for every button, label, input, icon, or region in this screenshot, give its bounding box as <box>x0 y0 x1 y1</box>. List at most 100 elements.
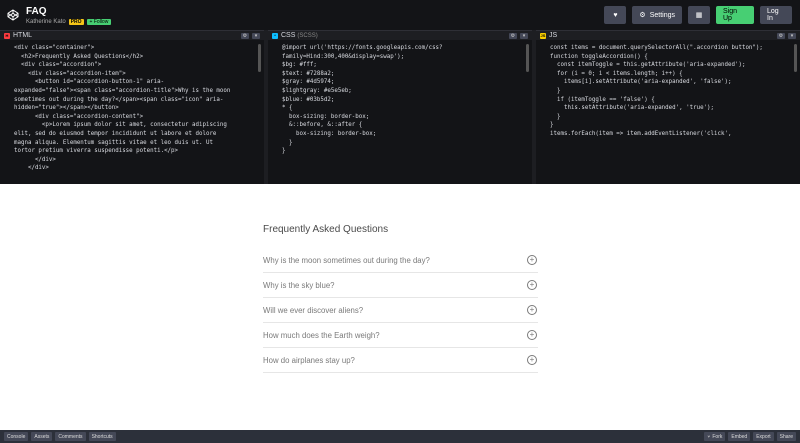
code-line: &::before, &::after { <box>282 122 363 129</box>
code-line: this.setAttribute('aria-expanded', 'true… <box>550 105 715 112</box>
shortcuts-button[interactable]: Shortcuts <box>88 432 116 441</box>
css-code-editor[interactable]: @import url('https://fonts.googleapis.co… <box>268 40 532 184</box>
js-collapse-icon[interactable]: ▾ <box>788 32 796 39</box>
code-line: @import url('https://fonts.googleapis.co… <box>282 45 443 51</box>
code-line: } <box>282 148 286 155</box>
css-preprocessor-label: (SCSS) <box>297 32 318 39</box>
faq-accordion: Why is the moon sometimes out during the… <box>263 248 538 373</box>
code-line: for (i = 0; i < items.length; i++) { <box>550 70 683 77</box>
css-collapse-icon[interactable]: ▾ <box>520 32 528 39</box>
html-pane-label: HTML <box>13 32 33 39</box>
settings-label: Settings <box>649 11 675 19</box>
css-settings-icon[interactable]: ⚙ <box>509 32 517 39</box>
embed-button[interactable]: Embed <box>728 432 751 441</box>
code-line: * { <box>282 105 293 112</box>
plus-circle-icon[interactable]: + <box>527 305 537 315</box>
html-settings-icon[interactable]: ⚙ <box>241 32 249 39</box>
faq-item[interactable]: How much does the Earth weigh? + <box>263 323 538 348</box>
layout-button[interactable]: ▦ <box>688 6 710 24</box>
faq-container: Frequently Asked Questions Why is the mo… <box>263 224 538 373</box>
author-name[interactable]: Katherine Kato <box>26 19 66 25</box>
plus-circle-icon[interactable]: + <box>527 330 537 340</box>
html-scrollbar[interactable] <box>258 44 261 72</box>
code-line: expanded="false"><span class="accordion-… <box>14 87 231 94</box>
faq-item[interactable]: Will we ever discover aliens? + <box>263 298 538 323</box>
code-line: $text: #7288a2; <box>282 70 335 77</box>
code-line: box-sizing: border-box; <box>282 113 370 120</box>
top-header: FAQ Katherine Kato PRO + Follow ♥ ⚙ Sett… <box>0 0 800 30</box>
share-button[interactable]: Share <box>776 432 796 441</box>
css-pane-header: * CSS (SCSS) ⚙ ▾ <box>268 30 532 40</box>
top-actions: ♥ ⚙ Settings ▦ Sign Up Log In <box>604 6 792 24</box>
plus-circle-icon[interactable]: + <box>527 280 537 290</box>
html-icon: H <box>4 32 10 39</box>
code-line: if (itemToggle == 'false') { <box>550 96 655 103</box>
code-line: <div class="accordion-item"> <box>14 70 126 77</box>
console-button[interactable]: Console <box>4 432 29 441</box>
login-button[interactable]: Log In <box>760 6 792 24</box>
js-pane-controls: ⚙ ▾ <box>777 32 796 39</box>
follow-button[interactable]: + Follow <box>86 18 112 25</box>
js-code-editor[interactable]: const items = document.querySelectorAll(… <box>536 40 800 184</box>
code-line: const items = document.querySelectorAll(… <box>550 45 763 51</box>
js-pane-header: JS JS ⚙ ▾ <box>536 30 800 40</box>
code-line: $blue: #03b5d2; <box>282 96 335 103</box>
result-preview: Frequently Asked Questions Why is the mo… <box>0 184 800 430</box>
code-line: } <box>550 122 554 129</box>
code-line: function toggleAccordion() { <box>550 53 648 60</box>
js-icon: JS <box>540 32 546 39</box>
author-row: Katherine Kato PRO + Follow <box>26 18 112 25</box>
love-button[interactable]: ♥ <box>604 6 627 24</box>
pen-title-block: FAQ Katherine Kato PRO + Follow <box>26 5 112 25</box>
code-line: sometimes out during the day?</span><spa… <box>14 96 224 103</box>
code-line: $bg: #fff; <box>282 62 317 69</box>
gear-icon: ⚙ <box>639 12 646 19</box>
pen-title: FAQ <box>26 5 47 17</box>
html-code-editor[interactable]: <div class="container"> <h2>Frequently A… <box>0 40 264 184</box>
code-line: $lightgray: #e5e5eb; <box>282 87 352 94</box>
code-line: box-sizing: border-box; <box>282 130 377 137</box>
css-scrollbar[interactable] <box>526 44 529 72</box>
code-line: } <box>550 113 561 120</box>
fork-button[interactable]: ⑂ Fork <box>704 432 726 441</box>
code-line: <div class="accordion-content"> <box>14 113 144 120</box>
pro-badge: PRO <box>68 18 84 25</box>
code-line: hidden="true"></span></button> <box>14 105 119 112</box>
code-line: items[i].setAttribute('aria-expanded', '… <box>550 79 732 86</box>
faq-item[interactable]: How do airplanes stay up? + <box>263 348 538 373</box>
faq-question: Will we ever discover aliens? <box>263 305 364 315</box>
code-line: <h2>Frequently Asked Questions</h2> <box>14 53 144 60</box>
code-line: <div class="container"> <box>14 45 95 51</box>
faq-item[interactable]: Why is the sky blue? + <box>263 273 538 298</box>
codepen-logo-icon[interactable] <box>6 8 20 22</box>
bottom-right-actions: ⑂ Fork Embed Export Share <box>704 432 796 441</box>
faq-title: Frequently Asked Questions <box>263 224 389 235</box>
code-line: <p>Lorem ipsum dolor sit amet, consectet… <box>14 122 227 129</box>
layout-icon: ▦ <box>695 12 703 19</box>
faq-question: Why is the sky blue? <box>263 280 335 290</box>
css-icon: * <box>272 32 278 39</box>
faq-item[interactable]: Why is the moon sometimes out during the… <box>263 248 538 273</box>
comments-button[interactable]: Comments <box>55 432 86 441</box>
assets-button[interactable]: Assets <box>31 432 53 441</box>
js-scrollbar[interactable] <box>794 44 797 72</box>
export-button[interactable]: Export <box>753 432 774 441</box>
css-pane-label: CSS <box>281 32 296 39</box>
plus-circle-icon[interactable]: + <box>527 355 537 365</box>
faq-question: How much does the Earth weigh? <box>263 330 380 340</box>
code-line: elit, sed do eiusmod tempor incididunt u… <box>14 130 217 137</box>
fork-icon: ⑂ <box>707 433 711 440</box>
html-pane-header: H HTML ⚙ ▾ <box>0 30 264 40</box>
signup-button[interactable]: Sign Up <box>716 6 754 24</box>
plus-circle-icon[interactable]: + <box>527 255 537 265</box>
html-collapse-icon[interactable]: ▾ <box>252 32 260 39</box>
html-pane: H HTML ⚙ ▾ <div class="container"> <h2>F… <box>0 30 264 184</box>
js-settings-icon[interactable]: ⚙ <box>777 32 785 39</box>
css-pane-controls: ⚙ ▾ <box>509 32 528 39</box>
code-line: } <box>282 139 293 146</box>
fork-label: Fork <box>712 433 723 440</box>
faq-question: Why is the moon sometimes out during the… <box>263 255 430 265</box>
settings-button[interactable]: ⚙ Settings <box>632 6 682 24</box>
css-pane: * CSS (SCSS) ⚙ ▾ @import url('https://fo… <box>268 30 532 184</box>
code-line: const itemToggle = this.getAttribute('ar… <box>550 62 746 69</box>
